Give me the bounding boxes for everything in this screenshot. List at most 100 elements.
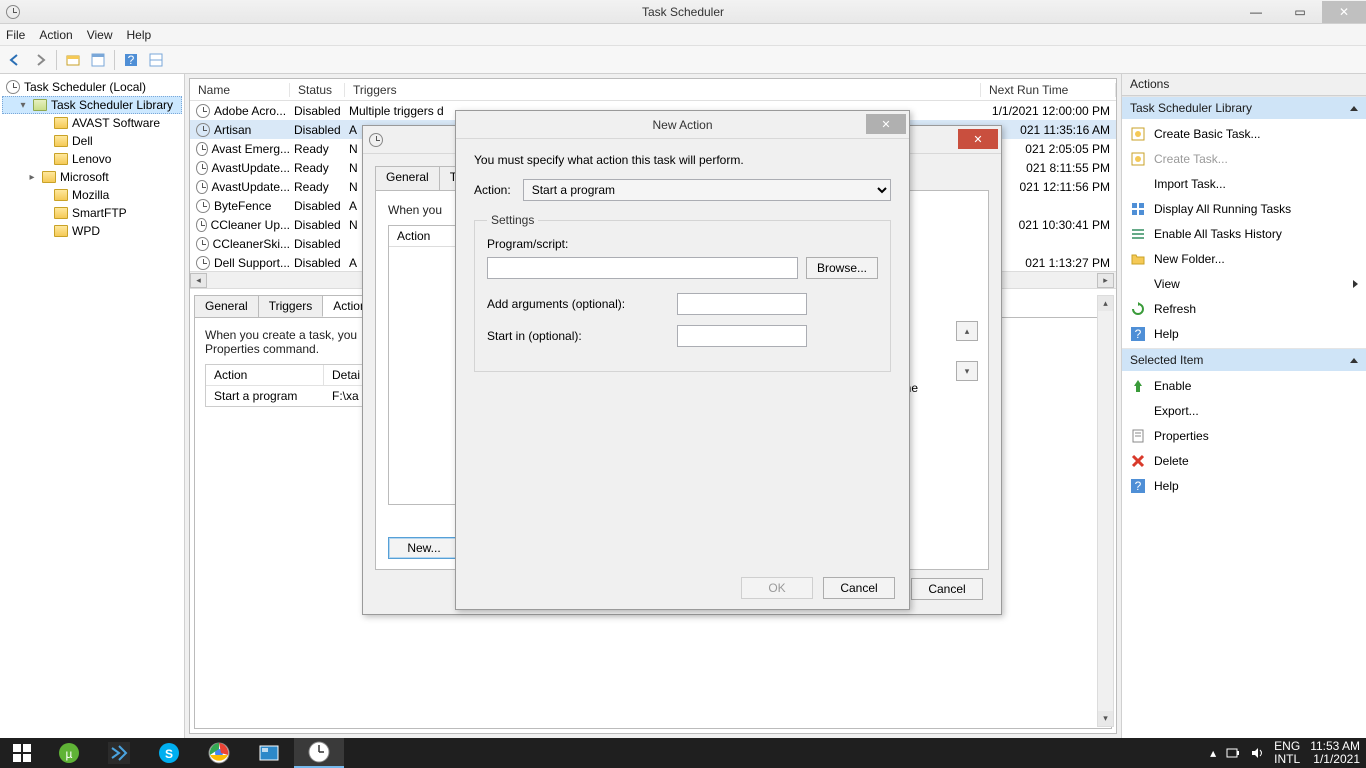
col-next[interactable]: Next Run Time: [981, 83, 1116, 97]
list-icon: [1130, 226, 1146, 242]
tab-general[interactable]: General: [194, 295, 259, 317]
action-item[interactable]: Create Basic Task...: [1122, 121, 1366, 146]
start-button[interactable]: [0, 738, 44, 768]
col-triggers[interactable]: Triggers: [345, 83, 981, 97]
tray-lang[interactable]: ENG INTL: [1274, 740, 1300, 766]
action-item[interactable]: New Folder...: [1122, 246, 1366, 271]
col-action[interactable]: Action: [206, 365, 324, 385]
menu-file[interactable]: File: [6, 28, 25, 42]
back-button[interactable]: [4, 49, 26, 71]
scroll-down-icon[interactable]: ▾: [1098, 711, 1113, 726]
taskbar-app-taskmgr[interactable]: [244, 738, 294, 768]
taskbar-app-skype[interactable]: S: [144, 738, 194, 768]
expander-icon[interactable]: ▸: [26, 172, 38, 183]
tray-chevron-icon[interactable]: ▴: [1210, 746, 1216, 760]
cancel-button[interactable]: Cancel: [911, 578, 983, 600]
cancel-button[interactable]: Cancel: [823, 577, 895, 599]
taskbar-app-chrome[interactable]: [194, 738, 244, 768]
tab-triggers[interactable]: Triggers: [258, 295, 324, 317]
clock-icon: [196, 256, 210, 270]
close-icon[interactable]: ✕: [958, 129, 998, 149]
delete-icon: [1130, 453, 1146, 469]
scroll-right-icon[interactable]: ▸: [1097, 273, 1114, 288]
browse-button[interactable]: Browse...: [806, 257, 878, 279]
tray-clock[interactable]: 11:53 AM 1/1/2021: [1310, 740, 1360, 766]
settings-group: Settings Program/script: Browse... Add a…: [474, 213, 891, 372]
arguments-input[interactable]: [677, 293, 807, 315]
startin-input[interactable]: [677, 325, 807, 347]
col-name[interactable]: Name: [190, 83, 290, 97]
task-status: Disabled: [290, 123, 345, 137]
action-item[interactable]: ?Help: [1122, 321, 1366, 346]
tree-folder[interactable]: WPD: [2, 222, 182, 240]
action-item[interactable]: Properties: [1122, 423, 1366, 448]
task-status: Disabled: [290, 218, 345, 232]
actions-group-selected[interactable]: Selected Item: [1122, 348, 1366, 371]
close-button[interactable]: ✕: [1322, 1, 1366, 23]
action-item[interactable]: Refresh: [1122, 296, 1366, 321]
actions-group-library[interactable]: Task Scheduler Library: [1122, 96, 1366, 119]
expander-icon[interactable]: ▾: [17, 100, 29, 111]
dialog-titlebar[interactable]: New Action ✕: [456, 111, 909, 139]
tree-folder[interactable]: Dell: [2, 132, 182, 150]
ok-button[interactable]: OK: [741, 577, 813, 599]
move-up-button[interactable]: ▴: [956, 321, 978, 341]
action-item[interactable]: Create Task...: [1122, 146, 1366, 171]
tab-general[interactable]: General: [375, 166, 440, 190]
tree-library[interactable]: ▾ Task Scheduler Library: [2, 96, 182, 114]
collapse-icon: [1350, 106, 1358, 111]
battery-icon[interactable]: [1226, 746, 1240, 760]
action-select[interactable]: Start a program: [523, 179, 891, 201]
program-input[interactable]: [487, 257, 798, 279]
taskbar-app-utorrent[interactable]: µ: [44, 738, 94, 768]
folder-icon: [42, 171, 56, 183]
settings-legend: Settings: [487, 213, 538, 227]
tree-folder[interactable]: Mozilla: [2, 186, 182, 204]
action-item[interactable]: ?Help: [1122, 473, 1366, 498]
window-titlebar: Task Scheduler — ▭ ✕: [0, 0, 1366, 24]
action-item[interactable]: Delete: [1122, 448, 1366, 473]
scroll-left-icon[interactable]: ◂: [190, 273, 207, 288]
menu-view[interactable]: View: [87, 28, 113, 42]
system-tray[interactable]: ▴ ENG INTL 11:53 AM 1/1/2021: [1210, 740, 1366, 766]
tree-root[interactable]: Task Scheduler (Local): [2, 78, 182, 96]
table-row[interactable]: Start a program F:\xa: [206, 386, 364, 406]
toolbar-button-1[interactable]: [62, 49, 84, 71]
tree-folder-label: AVAST Software: [72, 116, 160, 130]
tree-folder[interactable]: Lenovo: [2, 150, 182, 168]
taskbar[interactable]: µ S ▴ ENG INTL 11:53 AM 1/1/2021: [0, 738, 1366, 768]
volume-icon[interactable]: [1250, 746, 1264, 760]
move-down-button[interactable]: ▾: [956, 361, 978, 381]
action-item[interactable]: View: [1122, 271, 1366, 296]
tree-folder[interactable]: ▸Microsoft: [2, 168, 182, 186]
new-button[interactable]: New...: [388, 537, 460, 559]
col-details[interactable]: Detai: [324, 365, 364, 385]
forward-button[interactable]: [29, 49, 51, 71]
scroll-up-icon[interactable]: ▴: [1098, 296, 1113, 311]
toolbar-button-3[interactable]: [145, 49, 167, 71]
dialog-title: New Action: [652, 118, 712, 132]
close-icon[interactable]: ✕: [866, 114, 906, 134]
action-item[interactable]: Display All Running Tasks: [1122, 196, 1366, 221]
maximize-button[interactable]: ▭: [1278, 1, 1322, 23]
action-item[interactable]: Enable: [1122, 373, 1366, 398]
task-name: CCleaner Up...: [211, 218, 290, 232]
taskbar-app-vscode[interactable]: [94, 738, 144, 768]
tree-folder[interactable]: AVAST Software: [2, 114, 182, 132]
folder-icon: [54, 153, 68, 165]
action-label: Create Basic Task...: [1154, 127, 1261, 141]
menu-action[interactable]: Action: [39, 28, 72, 42]
action-item[interactable]: Enable All Tasks History: [1122, 221, 1366, 246]
action-item[interactable]: Export...: [1122, 398, 1366, 423]
col-status[interactable]: Status: [290, 83, 345, 97]
menu-help[interactable]: Help: [127, 28, 152, 42]
svg-text:?: ?: [128, 53, 135, 67]
tree-folder[interactable]: SmartFTP: [2, 204, 182, 222]
toolbar-button-2[interactable]: [87, 49, 109, 71]
minimize-button[interactable]: —: [1234, 1, 1278, 23]
vscrollbar[interactable]: ▴ ▾: [1097, 295, 1114, 727]
action-item[interactable]: Import Task...: [1122, 171, 1366, 196]
taskbar-app-taskscheduler[interactable]: [294, 738, 344, 768]
clock-icon: [6, 80, 20, 94]
help-icon[interactable]: ?: [120, 49, 142, 71]
